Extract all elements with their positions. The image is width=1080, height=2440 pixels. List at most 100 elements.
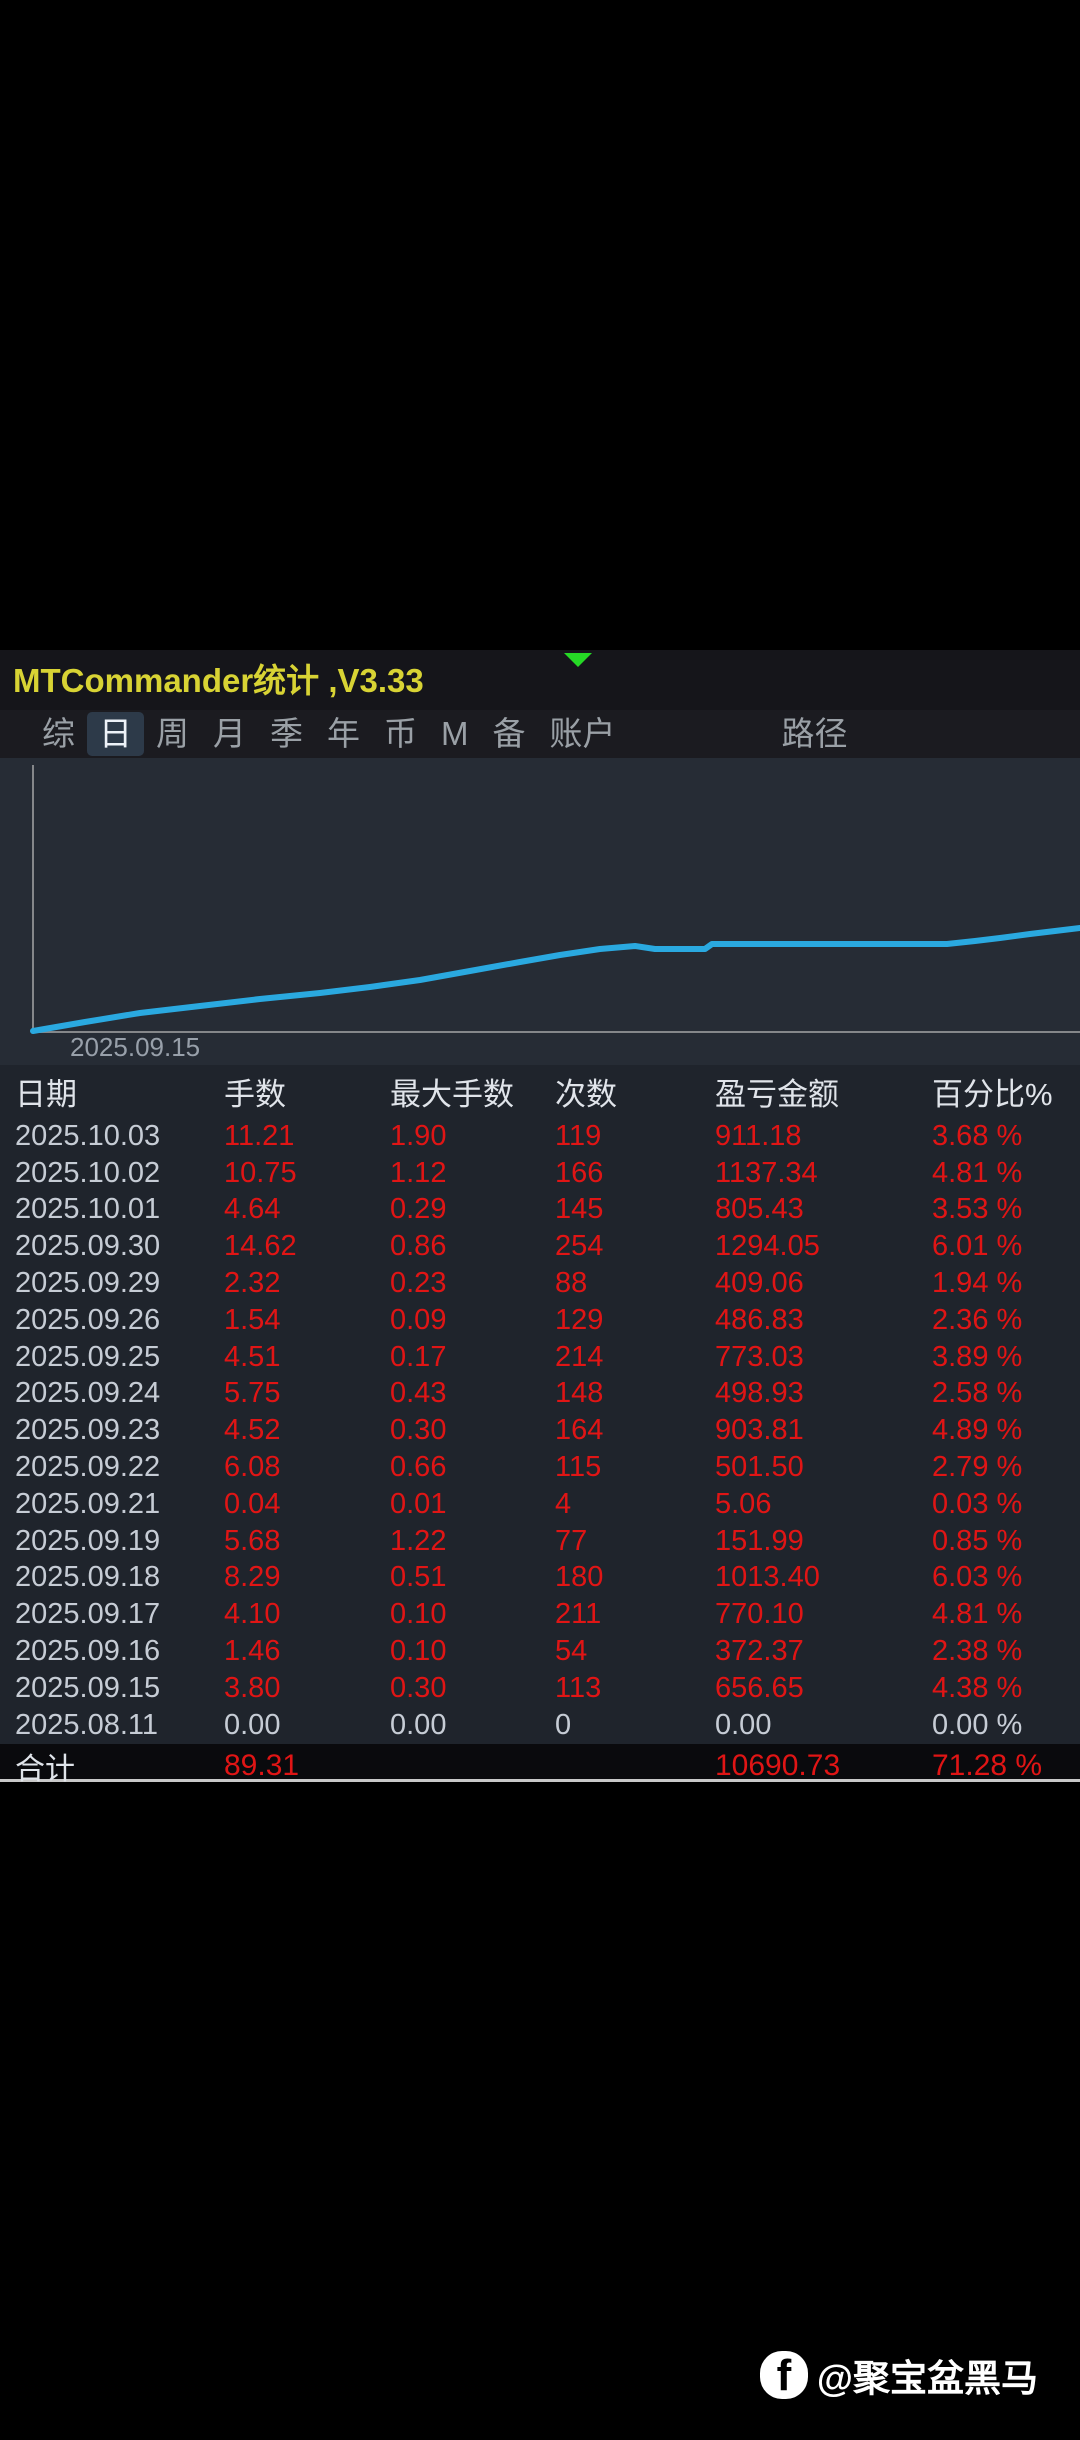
cell-value: 0.30 — [390, 1414, 447, 1447]
cell-date: 2025.09.17 — [15, 1598, 161, 1631]
tab-M[interactable]: M — [429, 712, 481, 756]
tab-备[interactable]: 备 — [481, 712, 538, 756]
cell-value: 254 — [555, 1230, 604, 1263]
tab-月[interactable]: 月 — [201, 712, 258, 756]
equity-line — [30, 925, 1080, 1034]
cell-value: 2.79 % — [932, 1451, 1023, 1484]
cell-value: 0.66 — [390, 1451, 447, 1484]
green-triangle-down-icon[interactable] — [564, 653, 592, 667]
tab-年[interactable]: 年 — [315, 712, 372, 756]
cell-date: 2025.09.25 — [15, 1340, 161, 1373]
total-value: 10690.73 — [715, 1749, 841, 1782]
cell-date: 2025.09.19 — [15, 1524, 161, 1557]
cell-value: 113 — [555, 1671, 602, 1704]
table-row: 2025.09.24 5.75 0.43 148 498.93 2.58 % — [15, 1376, 1080, 1413]
cell-value: 5.06 — [715, 1487, 772, 1520]
cell-date: 2025.10.03 — [15, 1119, 161, 1152]
cell-date: 2025.09.16 — [15, 1635, 161, 1668]
tab-综[interactable]: 综 — [30, 712, 87, 756]
cell-date: 2025.09.15 — [15, 1671, 161, 1704]
cell-value: 8.29 — [224, 1561, 281, 1594]
cell-value: 903.81 — [715, 1414, 804, 1447]
cell-date: 2025.10.01 — [15, 1193, 161, 1226]
title-bar: MTCommander统计 ,V3.33 — [0, 650, 1080, 710]
cell-value: 180 — [555, 1561, 604, 1594]
cell-value: 911.18 — [715, 1119, 802, 1152]
cell-value: 501.50 — [715, 1451, 804, 1484]
cell-value: 0.43 — [390, 1377, 447, 1410]
equity-chart-panel: 2025.09.15 — [0, 758, 1080, 1065]
cell-value: 14.62 — [224, 1230, 297, 1263]
table-row: 2025.09.15 3.80 0.30 113 656.65 4.38 % — [15, 1670, 1080, 1707]
cell-value: 1013.40 — [715, 1561, 820, 1594]
cell-value: 0.10 — [390, 1598, 447, 1631]
cell-value: 0.23 — [390, 1267, 447, 1300]
cell-value: 1.54 — [224, 1303, 281, 1336]
cell-value: 498.93 — [715, 1377, 804, 1410]
cell-value: 5.75 — [224, 1377, 281, 1410]
cell-value: 656.65 — [715, 1671, 804, 1704]
table-body: 2025.10.03 11.21 1.90 119 911.18 3.68 % 2025.1… — [15, 1118, 1080, 1744]
column-header-0: 日期 — [15, 1077, 77, 1112]
equity-chart: 2025.09.15 — [30, 765, 1080, 1062]
cell-value: 115 — [555, 1451, 602, 1484]
cell-value: 1294.05 — [715, 1230, 820, 1263]
tab-季[interactable]: 季 — [258, 712, 315, 756]
cell-value: 0.10 — [390, 1635, 447, 1668]
cell-value: 409.06 — [715, 1267, 804, 1300]
cell-value: 1.94 % — [932, 1267, 1023, 1300]
phone-screen: MTCommander统计 ,V3.33 综日周月季年币 M 备账户 路径 2025… — [0, 0, 1080, 2440]
cell-value: 4.38 % — [932, 1671, 1023, 1704]
tab-账户[interactable]: 账户 — [538, 712, 628, 756]
table-row: 2025.09.17 4.10 0.10 211 770.10 4.81 % — [15, 1596, 1080, 1633]
cell-value: 3.68 % — [932, 1119, 1023, 1152]
cell-value: 148 — [555, 1377, 604, 1410]
cell-date: 2025.09.26 — [15, 1303, 161, 1336]
cell-value: 214 — [555, 1340, 604, 1373]
cell-value: 2.38 % — [932, 1635, 1023, 1668]
cell-value: 0.85 % — [932, 1524, 1023, 1557]
tab-日[interactable]: 日 — [87, 712, 144, 756]
cell-value: 119 — [555, 1119, 602, 1152]
cell-date: 2025.10.02 — [15, 1156, 161, 1189]
cell-value: 770.10 — [715, 1598, 804, 1631]
cell-value: 4.81 % — [932, 1156, 1023, 1189]
tab-币[interactable]: 币 — [372, 712, 429, 756]
table-row: 2025.09.18 8.29 0.51 180 1013.40 6.03 % — [15, 1560, 1080, 1597]
table-row: 2025.10.03 11.21 1.90 119 911.18 3.68 % — [15, 1118, 1080, 1155]
cell-value: 486.83 — [715, 1303, 804, 1336]
table-row: 2025.10.01 4.64 0.29 145 805.43 3.53 % — [15, 1192, 1080, 1229]
table-row: 2025.09.22 6.08 0.66 115 501.50 2.79 % — [15, 1449, 1080, 1486]
tab-周[interactable]: 周 — [144, 712, 201, 756]
cell-value: 5.68 — [224, 1524, 281, 1557]
total-row: 合计 89.31 10690.73 71.28 % — [0, 1744, 1080, 1786]
column-header-3: 次数 — [555, 1077, 617, 1112]
cell-value: 1.46 — [224, 1635, 281, 1668]
cell-date: 2025.08.11 — [15, 1708, 158, 1741]
cell-value: 4.89 % — [932, 1414, 1023, 1447]
cell-value: 0.04 — [224, 1487, 281, 1520]
table-row: 2025.09.21 0.04 0.01 4 5.06 0.03 % — [15, 1486, 1080, 1523]
cell-value: 1.12 — [390, 1156, 447, 1189]
statistics-table: 日期 手数 最大手数 次数 盈亏金额 百分比% 2025.10.03 11.21 1.90 11… — [0, 1065, 1080, 1744]
table-header-row: 日期 手数 最大手数 次数 盈亏金额 百分比% — [15, 1065, 1080, 1118]
total-value: 71.28 % — [932, 1749, 1043, 1782]
cell-value: 1.90 — [390, 1119, 447, 1152]
tab-bar: 综日周月季年币 M 备账户 路径 — [0, 710, 1080, 758]
column-header-5: 百分比% — [932, 1077, 1053, 1112]
total-label: 合计 — [15, 1753, 75, 1786]
watermark: f @聚宝盆黑马 — [759, 2349, 1038, 2401]
cell-value: 0.00 — [224, 1708, 281, 1741]
cell-value: 10.75 — [224, 1156, 297, 1189]
cell-value: 151.99 — [715, 1524, 804, 1557]
cell-value: 6.03 % — [932, 1561, 1023, 1594]
tab-path[interactable]: 路径 — [770, 712, 860, 756]
total-value: 89.31 — [224, 1749, 300, 1782]
cell-value: 0 — [555, 1708, 572, 1741]
cell-value: 164 — [555, 1414, 604, 1447]
cell-value: 4 — [555, 1487, 572, 1520]
cell-value: 805.43 — [715, 1193, 804, 1226]
column-header-1: 手数 — [224, 1077, 286, 1112]
cell-value: 145 — [555, 1193, 604, 1226]
cell-value: 54 — [555, 1635, 588, 1668]
